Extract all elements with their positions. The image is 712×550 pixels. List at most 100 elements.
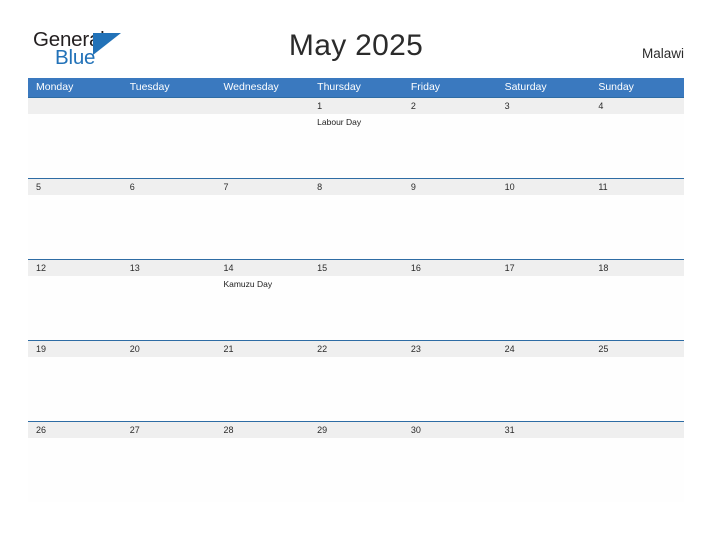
week-row: 19 20 21 22 23 24 25 <box>28 340 684 421</box>
day-number[interactable]: 8 <box>309 179 403 195</box>
day-number[interactable]: 21 <box>215 341 309 357</box>
day-number[interactable]: 3 <box>497 98 591 114</box>
day-number[interactable]: 4 <box>590 98 684 114</box>
week-date-band: 1 2 3 4 <box>28 98 684 114</box>
day-number[interactable]: 26 <box>28 422 122 438</box>
day-number[interactable] <box>28 98 122 114</box>
day-cell[interactable] <box>497 114 591 178</box>
day-number[interactable]: 12 <box>28 260 122 276</box>
country-label: Malawi <box>641 46 684 61</box>
day-cell[interactable] <box>215 114 309 178</box>
day-cell[interactable] <box>403 357 497 421</box>
week-date-band: 26 27 28 29 30 31 <box>28 422 684 438</box>
day-cell[interactable] <box>309 195 403 259</box>
week-date-band: 19 20 21 22 23 24 25 <box>28 341 684 357</box>
day-cell[interactable] <box>122 357 216 421</box>
day-cell[interactable] <box>28 114 122 178</box>
week-event-band <box>28 438 684 502</box>
day-number[interactable]: 18 <box>590 260 684 276</box>
weekday-header-thursday: Thursday <box>317 81 361 93</box>
day-cell[interactable] <box>590 114 684 178</box>
week-row: 12 13 14 15 16 17 18 Kamuzu Day <box>28 259 684 340</box>
day-number[interactable]: 16 <box>403 260 497 276</box>
day-number[interactable] <box>122 98 216 114</box>
weekday-header-monday: Monday <box>36 81 74 93</box>
day-number[interactable]: 15 <box>309 260 403 276</box>
day-number[interactable]: 17 <box>497 260 591 276</box>
day-cell[interactable] <box>28 438 122 502</box>
day-cell[interactable] <box>403 195 497 259</box>
weekday-header-row: Monday Tuesday Wednesday Thursday Friday… <box>28 78 684 97</box>
day-cell[interactable]: Kamuzu Day <box>215 276 309 340</box>
week-date-band: 5 6 7 8 9 10 11 <box>28 179 684 195</box>
day-cell[interactable] <box>403 438 497 502</box>
week-row: 26 27 28 29 30 31 <box>28 421 684 502</box>
day-number[interactable]: 24 <box>497 341 591 357</box>
event-label: Labour Day <box>317 117 362 127</box>
day-cell[interactable] <box>122 114 216 178</box>
day-cell[interactable] <box>590 438 684 502</box>
page-title: May 2025 <box>288 29 424 62</box>
day-number[interactable]: 7 <box>215 179 309 195</box>
week-row: 5 6 7 8 9 10 11 <box>28 178 684 259</box>
day-cell[interactable]: Labour Day <box>309 114 403 178</box>
day-number[interactable]: 1 <box>309 98 403 114</box>
weekday-header-wednesday: Wednesday <box>223 81 279 93</box>
weekday-header-friday: Friday <box>410 81 441 93</box>
day-cell[interactable] <box>309 357 403 421</box>
week-event-band: Labour Day <box>28 114 684 178</box>
day-number[interactable]: 23 <box>403 341 497 357</box>
day-cell[interactable] <box>215 438 309 502</box>
day-number[interactable]: 30 <box>403 422 497 438</box>
day-cell[interactable] <box>215 195 309 259</box>
weekday-header-sunday: Sunday <box>598 81 634 93</box>
day-number[interactable]: 9 <box>403 179 497 195</box>
day-number[interactable]: 28 <box>215 422 309 438</box>
calendar-page: General Blue May 2025 Malawi Monday Tues… <box>0 0 712 550</box>
day-number[interactable]: 27 <box>122 422 216 438</box>
day-cell[interactable] <box>215 357 309 421</box>
day-cell[interactable] <box>497 438 591 502</box>
day-cell[interactable] <box>28 357 122 421</box>
day-cell[interactable] <box>122 195 216 259</box>
day-number[interactable]: 2 <box>403 98 497 114</box>
weekday-header-saturday: Saturday <box>504 81 547 93</box>
day-cell[interactable] <box>590 276 684 340</box>
day-number[interactable]: 11 <box>590 179 684 195</box>
day-cell[interactable] <box>309 276 403 340</box>
day-cell[interactable] <box>28 276 122 340</box>
day-cell[interactable] <box>122 276 216 340</box>
day-cell[interactable] <box>403 114 497 178</box>
weekday-header-tuesday: Tuesday <box>129 81 170 93</box>
day-cell[interactable] <box>403 276 497 340</box>
day-number[interactable]: 6 <box>122 179 216 195</box>
week-event-band: Kamuzu Day <box>28 276 684 340</box>
day-number[interactable]: 19 <box>28 341 122 357</box>
day-cell[interactable] <box>309 438 403 502</box>
calendar-grid: Monday Tuesday Wednesday Thursday Friday… <box>28 78 684 502</box>
day-number[interactable]: 14 <box>215 260 309 276</box>
day-cell[interactable] <box>590 357 684 421</box>
week-date-band: 12 13 14 15 16 17 18 <box>28 260 684 276</box>
week-row: 1 2 3 4 Labour Day <box>28 97 684 178</box>
day-cell[interactable] <box>122 438 216 502</box>
event-label: Kamuzu Day <box>223 279 273 289</box>
day-number[interactable]: 20 <box>122 341 216 357</box>
day-number[interactable]: 10 <box>497 179 591 195</box>
day-number[interactable]: 13 <box>122 260 216 276</box>
day-cell[interactable] <box>497 357 591 421</box>
day-number[interactable] <box>590 422 684 438</box>
week-event-band <box>28 195 684 259</box>
day-cell[interactable] <box>497 276 591 340</box>
day-number[interactable]: 25 <box>590 341 684 357</box>
day-number[interactable]: 5 <box>28 179 122 195</box>
day-cell[interactable] <box>590 195 684 259</box>
day-cell[interactable] <box>497 195 591 259</box>
week-event-band <box>28 357 684 421</box>
day-cell[interactable] <box>28 195 122 259</box>
day-number[interactable]: 31 <box>497 422 591 438</box>
page-header: General Blue May 2025 Malawi <box>0 0 712 76</box>
day-number[interactable]: 29 <box>309 422 403 438</box>
day-number[interactable] <box>215 98 309 114</box>
day-number[interactable]: 22 <box>309 341 403 357</box>
